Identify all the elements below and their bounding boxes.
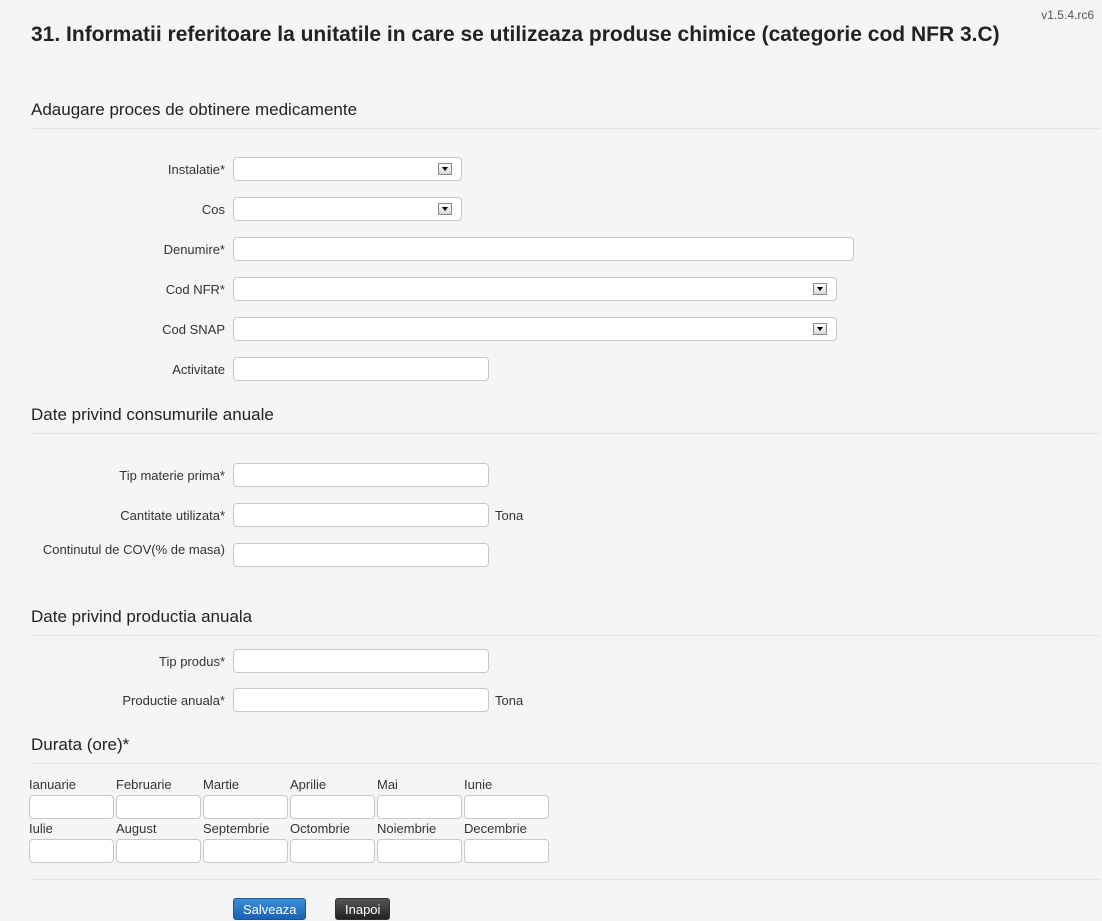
section-title-production: Date privind productia anuala: [31, 607, 1100, 636]
month-label: Mai: [377, 777, 398, 792]
section-title-process: Adaugare proces de obtinere medicamente: [31, 100, 1100, 129]
row-tip-produs: Tip produs*: [0, 649, 1102, 675]
chevron-down-icon[interactable]: [438, 163, 452, 175]
instalatie-label: Instalatie*: [167, 162, 225, 177]
month-label: Martie: [203, 777, 240, 792]
row-denumire: Denumire*: [0, 237, 1102, 263]
cantitate-utilizata-input[interactable]: [233, 503, 489, 527]
month-label: Iunie: [464, 777, 493, 792]
month-ianuarie-input[interactable]: [29, 795, 114, 819]
row-productie-anuala: Productie anuala* Tona: [0, 688, 1102, 714]
month-octombrie: Octombrie: [290, 821, 377, 863]
back-button[interactable]: Inapoi: [335, 898, 391, 920]
chevron-down-icon[interactable]: [438, 203, 452, 215]
month-februarie-input[interactable]: [116, 795, 201, 819]
row-cod-snap: Cod SNAP: [0, 317, 1102, 343]
month-noiembrie-input[interactable]: [377, 839, 462, 863]
form-divider: [31, 879, 1100, 880]
denumire-label: Denumire*: [163, 242, 225, 257]
denumire-input[interactable]: [233, 237, 854, 261]
month-label: Ianuarie: [29, 777, 76, 792]
cantitate-utilizata-label: Cantitate utilizata*: [120, 508, 225, 523]
row-activitate: Activitate: [0, 357, 1102, 383]
month-ianuarie: Ianuarie: [29, 777, 116, 819]
month-label: Septembrie: [203, 821, 270, 836]
instalatie-select[interactable]: [233, 157, 462, 181]
cod-snap-label: Cod SNAP: [162, 322, 225, 337]
cod-nfr-select[interactable]: [233, 277, 837, 301]
row-cod-nfr: Cod NFR*: [0, 277, 1102, 303]
save-button[interactable]: Salveaza: [233, 898, 307, 920]
month-label: Iulie: [29, 821, 53, 836]
month-august: August: [116, 821, 203, 863]
month-noiembrie: Noiembrie: [377, 821, 464, 863]
month-martie: Martie: [203, 777, 290, 819]
month-august-input[interactable]: [116, 839, 201, 863]
row-cantitate-utilizata: Cantitate utilizata* Tona: [0, 503, 1102, 529]
month-aprilie-input[interactable]: [290, 795, 375, 819]
productie-unit: Tona: [495, 693, 524, 708]
month-label: Aprilie: [290, 777, 327, 792]
month-label: Noiembrie: [377, 821, 437, 836]
cantitate-unit: Tona: [495, 508, 524, 523]
cos-label: Cos: [201, 202, 225, 217]
productie-anuala-input[interactable]: [233, 688, 489, 712]
month-februarie: Februarie: [116, 777, 203, 819]
activitate-input[interactable]: [233, 357, 489, 381]
tip-materie-prima-input[interactable]: [233, 463, 489, 487]
month-label: August: [116, 821, 157, 836]
section-title-duration: Durata (ore)*: [31, 735, 1100, 764]
activitate-label: Activitate: [172, 362, 225, 377]
month-martie-input[interactable]: [203, 795, 288, 819]
cos-select[interactable]: [233, 197, 462, 221]
version-label: v1.5.4.rc6: [1041, 8, 1094, 22]
cod-nfr-label: Cod NFR*: [165, 282, 225, 297]
tip-materie-prima-label: Tip materie prima*: [119, 468, 225, 483]
section-title-consumption: Date privind consumurile anuale: [31, 405, 1100, 434]
continut-cov-input[interactable]: [233, 543, 489, 567]
chevron-down-icon[interactable]: [813, 323, 827, 335]
month-iunie: Iunie: [464, 777, 551, 819]
productie-anuala-label: Productie anuala*: [122, 693, 225, 708]
tip-produs-input[interactable]: [233, 649, 489, 673]
month-mai-input[interactable]: [377, 795, 462, 819]
month-iulie-input[interactable]: [29, 839, 114, 863]
month-septembrie: Septembrie: [203, 821, 290, 863]
row-tip-materie-prima: Tip materie prima*: [0, 463, 1102, 489]
month-decembrie-input[interactable]: [464, 839, 549, 863]
month-mai: Mai: [377, 777, 464, 819]
month-label: Decembrie: [464, 821, 527, 836]
month-iulie: Iulie: [29, 821, 116, 863]
month-aprilie: Aprilie: [290, 777, 377, 819]
month-septembrie-input[interactable]: [203, 839, 288, 863]
month-decembrie: Decembrie: [464, 821, 551, 863]
month-label: Octombrie: [290, 821, 350, 836]
row-instalatie: Instalatie*: [0, 157, 1102, 183]
row-cos: Cos: [0, 197, 1102, 223]
page-title: 31. Informatii referitoare la unitatile …: [31, 23, 1000, 46]
month-label: Februarie: [116, 777, 172, 792]
tip-produs-label: Tip produs*: [159, 654, 225, 669]
month-iunie-input[interactable]: [464, 795, 549, 819]
chevron-down-icon[interactable]: [813, 283, 827, 295]
row-continut-cov: Continutul de COV(% de masa): [0, 542, 1102, 569]
month-octombrie-input[interactable]: [290, 839, 375, 863]
cod-snap-select[interactable]: [233, 317, 837, 341]
continut-cov-label: Continutul de COV(% de masa): [42, 542, 225, 557]
